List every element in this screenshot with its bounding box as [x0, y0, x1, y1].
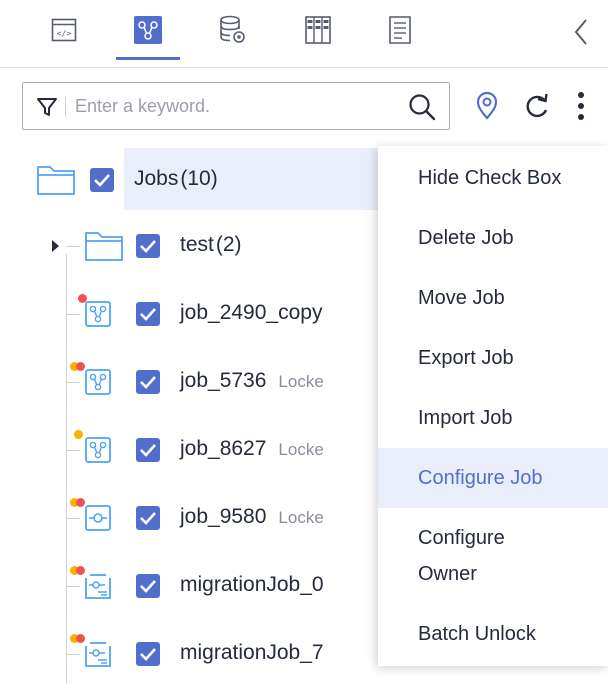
tree-connector — [66, 246, 80, 247]
workflow-icon — [85, 301, 111, 327]
tree-connector — [66, 518, 80, 519]
menu-item-configure-job[interactable]: Configure Job — [378, 448, 608, 508]
root-name: Jobs — [134, 167, 179, 190]
lock-status: Locke — [278, 440, 324, 459]
migration-icon — [85, 574, 111, 599]
search-input[interactable] — [75, 91, 375, 121]
checkmark-icon — [140, 580, 156, 593]
item-label: migrationJob_7 — [180, 641, 324, 665]
menu-item-delete-job[interactable]: Delete Job — [378, 220, 608, 256]
document-icon — [389, 16, 411, 44]
item-count: (2) — [215, 233, 242, 256]
item-checkbox[interactable] — [136, 438, 160, 462]
menu-item-move-job[interactable]: Move Job — [378, 280, 608, 316]
root-count: (10) — [180, 167, 218, 190]
checkmark-icon — [94, 174, 110, 187]
folder-icon — [85, 232, 123, 261]
expand-arrow-icon[interactable] — [52, 240, 59, 252]
tree-connector — [66, 382, 80, 383]
more-vertical-icon — [578, 92, 584, 120]
jobs-tab[interactable] — [116, 10, 180, 60]
item-label: migrationJob_0 — [180, 573, 324, 597]
locate-button[interactable] — [470, 88, 504, 124]
checkmark-icon — [140, 444, 156, 457]
item-name: job_8627 — [180, 437, 267, 460]
tree-connector — [66, 654, 80, 655]
refresh-icon — [526, 93, 548, 118]
toolbar-tabs: </> — [0, 0, 608, 68]
search-icon[interactable] — [407, 92, 437, 122]
folder-icon — [37, 166, 75, 195]
migration-icon — [85, 642, 111, 667]
grid-tab[interactable] — [298, 10, 338, 50]
checkmark-icon — [140, 648, 156, 661]
item-label: test(2) — [180, 233, 242, 257]
checkmark-icon — [140, 308, 156, 321]
item-name: migrationJob_0 — [180, 573, 324, 596]
item-checkbox[interactable] — [136, 234, 160, 258]
workflow-icon — [85, 437, 111, 463]
job-flow-icon — [134, 16, 162, 44]
item-label: job_9580 Locke — [180, 505, 324, 529]
database-tab[interactable] — [212, 10, 252, 50]
item-name: job_5736 — [180, 369, 267, 392]
context-menu: Hide Check Box Delete Job Move Job Expor… — [378, 146, 608, 666]
search-divider — [65, 97, 66, 117]
item-checkbox[interactable] — [136, 642, 160, 666]
item-name: migrationJob_7 — [180, 641, 324, 664]
menu-item-configure-owner-line2: Owner — [418, 563, 477, 585]
menu-item-configure-owner[interactable]: Configure Owner — [378, 520, 608, 592]
checkmark-icon — [140, 240, 156, 253]
item-name: job_9580 — [180, 505, 267, 528]
document-tab[interactable] — [380, 10, 420, 50]
code-tab[interactable]: </> — [44, 10, 84, 50]
item-checkbox[interactable] — [136, 370, 160, 394]
item-label: job_8627 Locke — [180, 437, 324, 461]
item-name: job_2490_copy — [180, 301, 323, 324]
refresh-button[interactable] — [520, 88, 554, 124]
menu-item-batch-unlock[interactable]: Batch Unlock — [378, 616, 608, 652]
item-label: job_5736 Locke — [180, 369, 324, 393]
status-dot-yellow — [74, 430, 83, 439]
checkmark-icon — [140, 376, 156, 389]
item-name: test — [180, 233, 214, 256]
location-pin-icon — [476, 91, 498, 120]
lock-status: Locke — [278, 508, 324, 527]
search-box — [22, 82, 450, 130]
chevron-left-icon — [574, 19, 587, 45]
lock-status: Locke — [278, 372, 324, 391]
tree-connector — [66, 586, 80, 587]
menu-item-configure-owner-line1: Configure — [418, 527, 505, 549]
item-checkbox[interactable] — [136, 302, 160, 326]
tree-connector — [66, 314, 80, 315]
tree-connector — [66, 450, 80, 451]
table-grid-icon — [305, 16, 331, 44]
menu-item-import-job[interactable]: Import Job — [378, 400, 608, 436]
more-options-button[interactable] — [564, 88, 598, 124]
checkmark-icon — [140, 512, 156, 525]
root-checkbox[interactable] — [90, 168, 114, 192]
item-checkbox[interactable] — [136, 574, 160, 598]
collapse-panel-button[interactable] — [566, 14, 596, 50]
menu-item-hide-check-box[interactable]: Hide Check Box — [378, 160, 608, 196]
item-label: job_2490_copy — [180, 301, 322, 325]
code-icon: </> — [51, 18, 77, 42]
item-checkbox[interactable] — [136, 506, 160, 530]
pipeline-icon — [85, 505, 111, 531]
database-icon — [220, 15, 245, 43]
workflow-icon — [85, 369, 111, 395]
filter-icon[interactable] — [35, 95, 59, 119]
root-label: Jobs(10) — [134, 167, 218, 191]
svg-text:</>: </> — [57, 29, 72, 38]
menu-item-export-job[interactable]: Export Job — [378, 340, 608, 376]
